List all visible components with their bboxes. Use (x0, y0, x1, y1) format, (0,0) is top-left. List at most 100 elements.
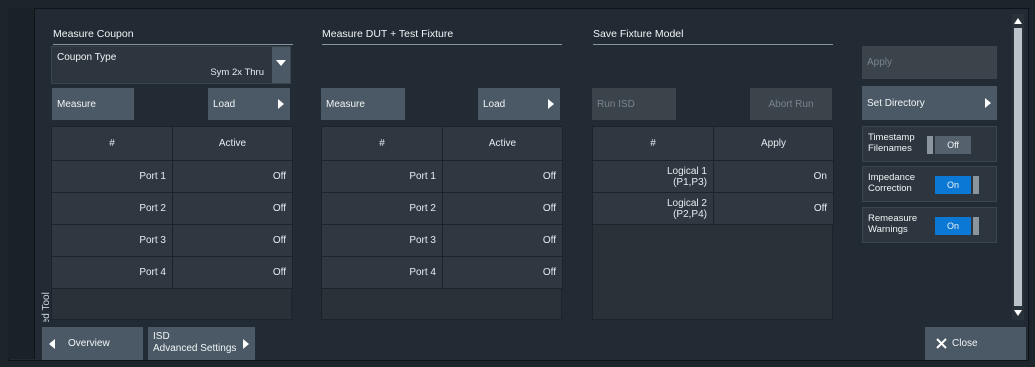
impedance-toggle[interactable]: On (935, 176, 979, 194)
timestamp-label: Timestamp Filenames (868, 132, 915, 154)
run-isd-button[interactable]: Run ISD (592, 88, 676, 120)
arrow-right-icon (548, 99, 554, 109)
apply-cell[interactable]: On (713, 160, 834, 193)
isd-advanced-settings-button[interactable]: ISD Advanced Settings (148, 327, 255, 360)
set-directory-label: Set Directory (867, 97, 925, 109)
active-cell[interactable]: Off (442, 160, 563, 193)
active-cell[interactable]: Off (172, 224, 293, 257)
toggle-state: Off (947, 140, 959, 150)
col-header: # (592, 126, 714, 161)
isd-label-line1: ISD (153, 331, 170, 342)
timestamp-filenames-toggle-row: Timestamp Filenames Off (862, 126, 997, 162)
col-header: # (51, 126, 173, 161)
table-row[interactable]: Port 3 Off (321, 224, 563, 257)
port-cell: Port 2 (321, 192, 443, 225)
logical-ports: (P2,P4) (673, 208, 707, 220)
vertical-scrollbar[interactable] (1012, 14, 1024, 320)
scroll-thumb[interactable] (1014, 28, 1022, 306)
remeasure-warnings-toggle-row: Remeasure Warnings On (862, 207, 997, 243)
coupon-type-combo[interactable]: Coupon Type Sym 2x Thru (51, 46, 291, 84)
fixture-table: # Apply Logical 1 (P1,P3) On Logical 2 (P2,… (592, 126, 834, 225)
arrow-right-icon (985, 98, 991, 108)
dut-table: # Active Port 1 Off Port 2 Off Port 3 Off Po… (321, 126, 563, 289)
scroll-up-icon[interactable] (1014, 18, 1022, 24)
col-header: Active (172, 126, 293, 161)
timestamp-label-line1: Timestamp (868, 132, 915, 143)
close-icon (936, 338, 947, 349)
overview-button[interactable]: Overview (42, 327, 143, 360)
measure-coupon-title: Measure Coupon (53, 28, 293, 45)
save-fixture-title: Save Fixture Model (593, 28, 833, 45)
remeasure-label-line2: Warnings (868, 224, 908, 235)
chevron-down-icon[interactable] (272, 47, 290, 83)
col-header: # (321, 126, 443, 161)
table-row[interactable]: Port 1 Off (321, 160, 563, 193)
impedance-label: Impedance Correction (868, 172, 915, 194)
toggle-knob (973, 217, 979, 235)
table-row[interactable]: Logical 1 (P1,P3) On (592, 160, 834, 193)
port-cell: Port 3 (321, 224, 443, 257)
coupon-type-value: Sym 2x Thru (210, 67, 264, 78)
dut-measure-button[interactable]: Measure (321, 88, 405, 120)
remeasure-label: Remeasure Warnings (868, 213, 917, 235)
run-isd-label: Run ISD (597, 98, 635, 110)
logical-cell: Logical 1 (P1,P3) (592, 160, 714, 193)
port-cell: Port 1 (321, 160, 443, 193)
abort-run-label: Abort Run (768, 98, 814, 110)
apply-label: Apply (867, 57, 893, 68)
active-cell[interactable]: Off (172, 160, 293, 193)
dut-load-button[interactable]: Load (478, 88, 560, 120)
timestamp-toggle[interactable]: Off (927, 136, 971, 154)
toggle-knob (973, 176, 979, 194)
overview-label: Overview (68, 338, 110, 349)
col-header: Active (442, 126, 563, 161)
remeasure-label-line1: Remeasure (868, 213, 918, 224)
table-row[interactable]: Port 4 Off (321, 256, 563, 289)
toggle-state: On (946, 221, 959, 231)
measure-dut-title: Measure DUT + Test Fixture (322, 28, 562, 45)
port-cell: Port 1 (51, 160, 173, 193)
active-cell[interactable]: Off (442, 192, 563, 225)
impedance-label-line2: Correction (868, 183, 912, 194)
table-row[interactable]: Logical 2 (P2,P4) Off (592, 192, 834, 225)
close-label: Close (952, 338, 978, 349)
logical-name: Logical 2 (666, 197, 707, 209)
scroll-down-icon[interactable] (1014, 310, 1022, 316)
isd-advanced-label: ISD Advanced Settings (153, 331, 236, 355)
active-cell[interactable]: Off (172, 192, 293, 225)
toggle-state: On (946, 180, 959, 190)
dut-measure-label: Measure (326, 98, 365, 110)
close-button[interactable]: Close (925, 327, 1026, 360)
coupon-measure-button[interactable]: Measure (52, 88, 134, 120)
port-cell: Port 4 (321, 256, 443, 289)
toggle-knob (927, 136, 933, 154)
impedance-label-line1: Impedance (868, 172, 916, 183)
arrow-right-icon (243, 338, 249, 349)
table-row[interactable]: Port 3 Off (51, 224, 293, 257)
table-row[interactable]: Port 2 Off (321, 192, 563, 225)
coupon-load-button[interactable]: Load (208, 88, 290, 120)
active-cell[interactable]: Off (442, 224, 563, 257)
port-cell: Port 3 (51, 224, 173, 257)
coupon-load-label: Load (213, 98, 236, 110)
active-cell[interactable]: Off (442, 256, 563, 289)
table-row[interactable]: Port 2 Off (51, 192, 293, 225)
table-row[interactable]: Port 4 Off (51, 256, 293, 289)
coupon-table: # Active Port 1 Off Port 2 Off Port 3 Off Po… (51, 126, 293, 289)
arrow-left-icon (49, 338, 55, 349)
col-header: Apply (713, 126, 834, 161)
coupon-measure-label: Measure (57, 98, 96, 110)
set-directory-button[interactable]: Set Directory (862, 86, 997, 120)
active-cell[interactable]: Off (172, 256, 293, 289)
remeasure-toggle[interactable]: On (935, 217, 979, 235)
logical-name: Logical 1 (666, 165, 707, 177)
apply-button[interactable]: Apply (862, 46, 997, 79)
apply-cell[interactable]: Off (713, 192, 834, 225)
timestamp-label-line2: Filenames (868, 143, 912, 154)
dut-load-label: Load (483, 98, 506, 110)
port-cell: Port 2 (51, 192, 173, 225)
side-tab[interactable]: Balanced Tool (8, 8, 52, 359)
arrow-right-icon (278, 99, 284, 109)
abort-run-button[interactable]: Abort Run (750, 88, 832, 120)
table-row[interactable]: Port 1 Off (51, 160, 293, 193)
